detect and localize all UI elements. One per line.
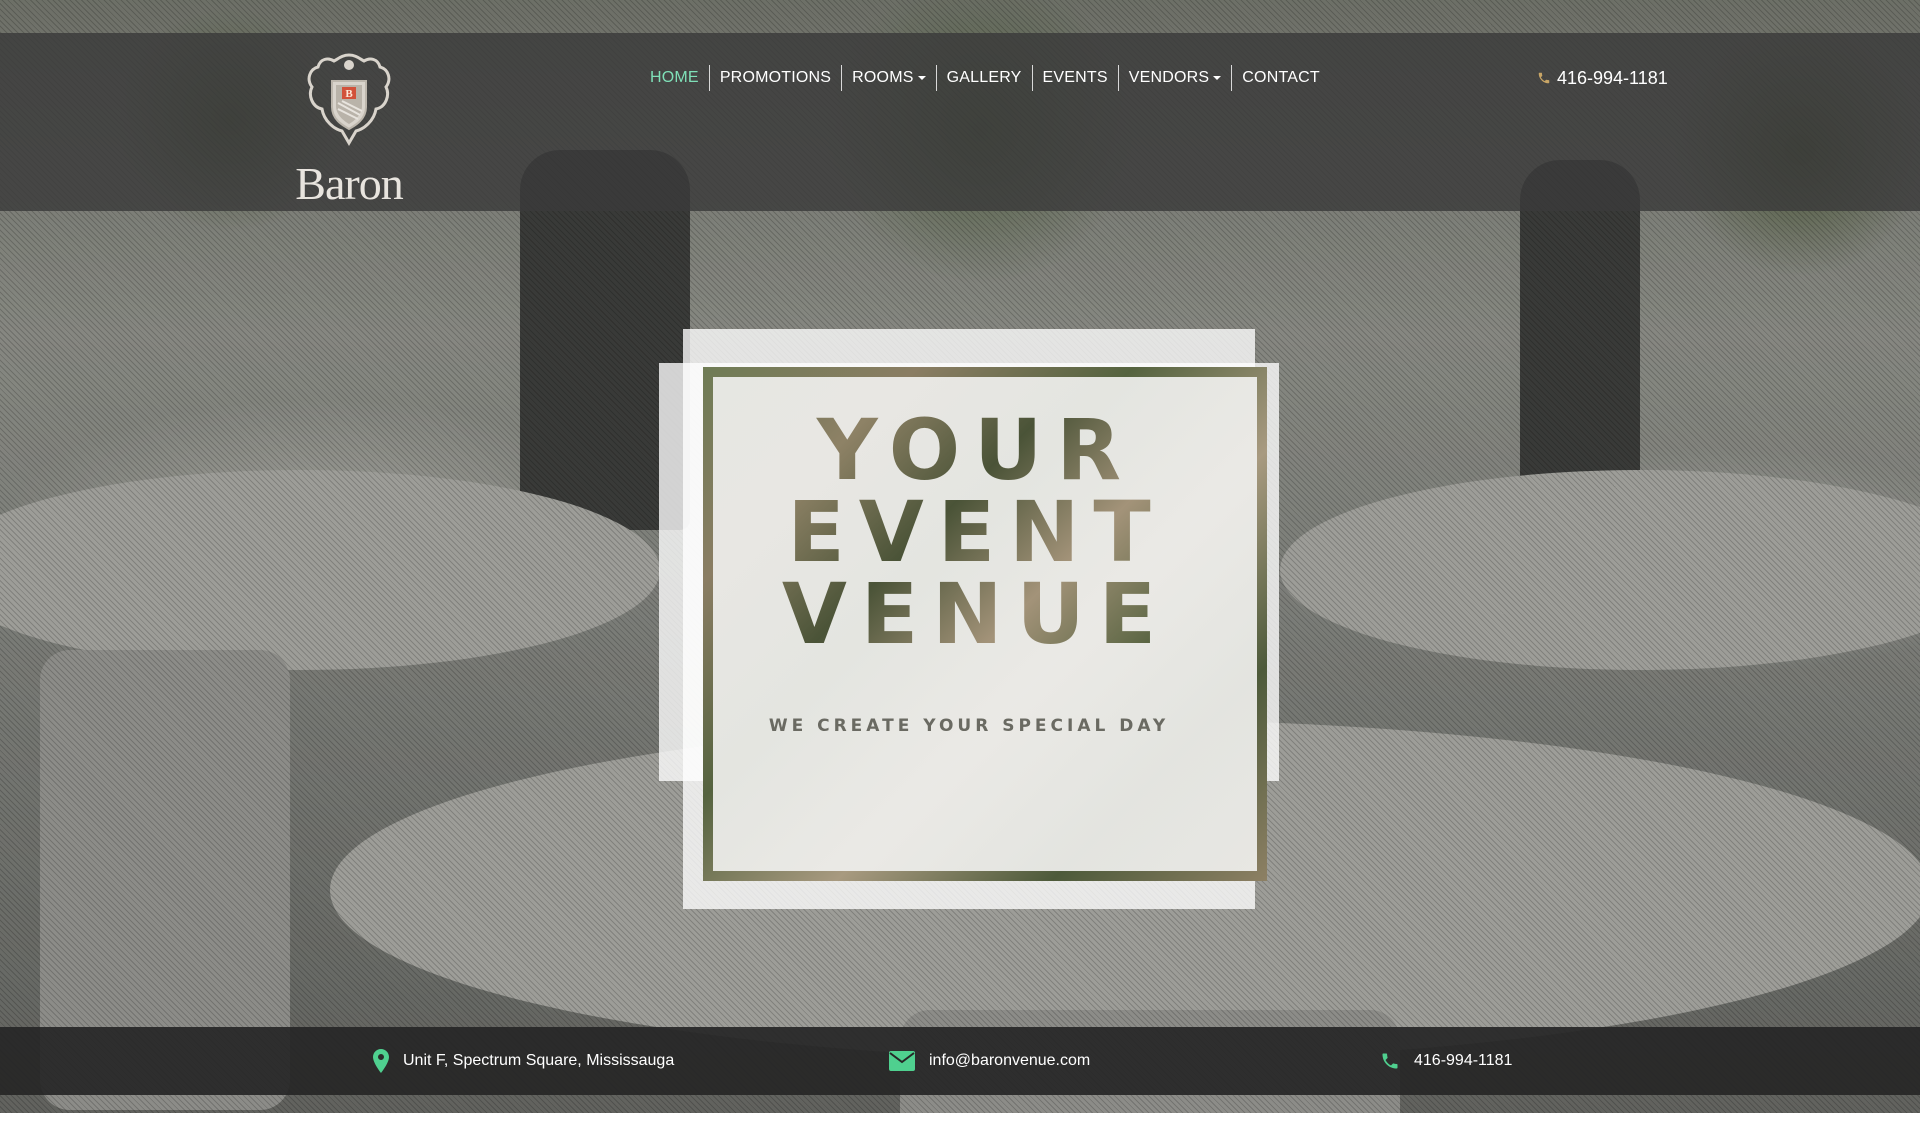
nav-item-label: EVENTS <box>1042 69 1108 86</box>
phone-icon <box>1538 72 1550 84</box>
nav-item-home[interactable]: HOME <box>648 65 710 91</box>
nav-item-contact[interactable]: CONTACT <box>1232 65 1330 91</box>
caret-down-icon <box>917 76 926 80</box>
svg-text:B: B <box>345 88 353 100</box>
header-phone[interactable]: 416-994-1181 <box>1537 65 1668 91</box>
page: B Baron HOME PROMOTIONS ROOMS GALLERY EVENTS… <box>0 0 1920 1139</box>
hero-headline: YOUR EVENT VENUE <box>659 409 1279 655</box>
hero-card: YOUR EVENT VENUE WE CREATE YOUR SPECIAL … <box>659 329 1279 909</box>
email-item[interactable]: info@baronvenue.com <box>889 1027 1090 1095</box>
address-item[interactable]: Unit F, Spectrum Square, Mississauga <box>373 1027 674 1095</box>
nav-item-label: VENDORS <box>1128 69 1210 86</box>
hero-tagline: WE CREATE YOUR SPECIAL DAY <box>768 716 1170 736</box>
footer-phone-item[interactable]: 416-994-1181 <box>1380 1027 1512 1095</box>
map-marker-icon <box>373 1049 389 1073</box>
nav-item-rooms[interactable]: ROOMS <box>842 65 937 91</box>
headline-line-3: VENUE <box>781 565 1171 663</box>
brand-logo[interactable]: B Baron <box>284 51 414 207</box>
nav-item-promotions[interactable]: PROMOTIONS <box>710 65 843 91</box>
site-header: B Baron HOME PROMOTIONS ROOMS GALLERY EVENTS… <box>0 33 1920 211</box>
nav-item-label: CONTACT <box>1242 69 1320 86</box>
nav-item-label: PROMOTIONS <box>719 69 832 86</box>
phone-icon <box>1380 1051 1400 1071</box>
nav-item-label: ROOMS <box>852 69 914 86</box>
headline-line-2: EVENT <box>787 483 1165 581</box>
nav-item-label: HOME <box>650 69 699 86</box>
nav-item-label: GALLERY <box>946 69 1022 86</box>
nav-item-vendors[interactable]: VENDORS <box>1119 65 1233 91</box>
contact-info-bar: Unit F, Spectrum Square, Mississauga inf… <box>0 1027 1920 1095</box>
address-text: Unit F, Spectrum Square, Mississauga <box>403 1052 675 1069</box>
footer-phone-text: 416-994-1181 <box>1414 1052 1513 1069</box>
headline-line-1: YOUR <box>816 401 1136 499</box>
email-text: info@baronvenue.com <box>929 1052 1091 1069</box>
nav-item-events[interactable]: EVENTS <box>1033 65 1119 91</box>
main-navigation: HOME PROMOTIONS ROOMS GALLERY EVENTS VENDORS C… <box>648 65 1330 91</box>
header-phone-number: 416-994-1181 <box>1557 67 1668 88</box>
caret-down-icon <box>1213 76 1222 80</box>
logo-wordmark: Baron <box>295 158 403 209</box>
nav-item-gallery[interactable]: GALLERY <box>937 65 1033 91</box>
envelope-icon <box>889 1051 915 1071</box>
crest-icon: B <box>307 53 391 146</box>
